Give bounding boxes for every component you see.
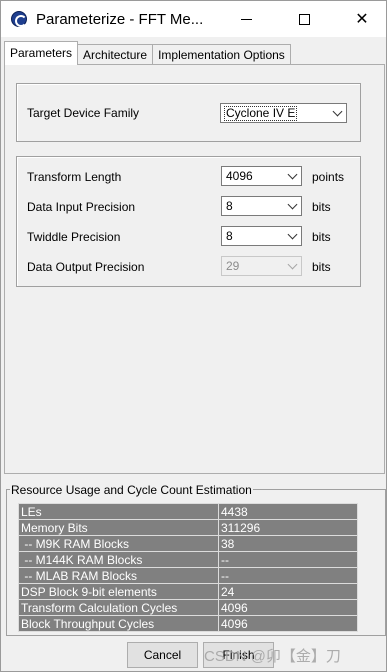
parameters-panel: Target Device Family Cyclone IV E Transf…: [4, 64, 385, 474]
data-input-precision-label: Data Input Precision: [27, 200, 136, 214]
table-row: -- M144K RAM Blocks --: [18, 551, 358, 568]
device-family-value: Cyclone IV E: [224, 106, 298, 121]
tab-parameters[interactable]: Parameters: [4, 41, 79, 65]
resource-usage-title: Resource Usage and Cycle Count Estimatio…: [10, 483, 253, 497]
resource-value: 4096: [218, 615, 358, 632]
table-row: LEs 4438: [18, 503, 358, 520]
close-button[interactable]: ✕: [339, 1, 385, 37]
resource-name: -- MLAB RAM Blocks: [18, 567, 219, 584]
resource-value: --: [218, 551, 358, 568]
resource-name: -- M144K RAM Blocks: [18, 551, 219, 568]
resource-value: 4096: [218, 599, 358, 616]
data-input-precision-value: 8: [226, 199, 233, 213]
twiddle-precision-label: Twiddle Precision: [27, 230, 121, 244]
tab-architecture[interactable]: Architecture: [77, 44, 154, 65]
data-output-precision-label: Data Output Precision: [27, 260, 145, 274]
app-icon: [11, 11, 27, 27]
transform-length-label: Transform Length: [27, 170, 122, 184]
twiddle-precision-unit: bits: [312, 230, 331, 244]
maximize-icon: [298, 13, 310, 25]
table-row: -- MLAB RAM Blocks --: [18, 567, 358, 584]
data-output-precision-unit: bits: [312, 260, 331, 274]
resource-name: LEs: [18, 503, 219, 520]
transform-length-select[interactable]: 4096: [221, 166, 302, 186]
table-row: Transform Calculation Cycles 4096: [18, 599, 358, 616]
title-bar[interactable]: Parameterize - FFT Me... ✕: [1, 1, 386, 37]
minimize-icon: [240, 18, 252, 20]
chevron-down-icon: [287, 229, 298, 240]
tab-bar: Parameters Architecture Implementation O…: [4, 41, 291, 65]
tab-implementation-options[interactable]: Implementation Options: [152, 44, 291, 65]
data-input-precision-select[interactable]: 8: [221, 196, 302, 216]
resource-name: DSP Block 9-bit elements: [18, 583, 219, 600]
chevron-down-icon: [287, 169, 298, 180]
data-input-precision-unit: bits: [312, 200, 331, 214]
resource-value: 24: [218, 583, 358, 600]
resource-name: Memory Bits: [18, 519, 219, 536]
chevron-down-icon: [332, 106, 343, 117]
dialog-window: Parameterize - FFT Me... ✕ Parameters Ar…: [0, 0, 387, 672]
data-output-precision-value: 29: [226, 259, 240, 273]
resource-name: Transform Calculation Cycles: [18, 599, 219, 616]
cancel-button[interactable]: Cancel: [127, 642, 198, 668]
resource-name: Block Throughput Cycles: [18, 615, 219, 632]
resource-name: -- M9K RAM Blocks: [18, 535, 219, 552]
resource-value: 311296: [218, 519, 358, 536]
transform-length-value: 4096: [226, 169, 253, 183]
table-row: DSP Block 9-bit elements 24: [18, 583, 358, 600]
table-row: Block Throughput Cycles 4096: [18, 615, 358, 632]
device-family-select[interactable]: Cyclone IV E: [220, 103, 347, 123]
table-row: -- M9K RAM Blocks 38: [18, 535, 358, 552]
watermark: CSDN @卯【金】刀: [204, 648, 341, 665]
data-output-precision-select: 29: [221, 256, 302, 276]
resource-value: 4438: [218, 503, 358, 520]
window-title: Parameterize - FFT Me...: [36, 11, 204, 28]
resource-usage-table: LEs 4438 Memory Bits 311296 -- M9K RAM Blo…: [18, 503, 358, 632]
close-icon: ✕: [355, 11, 369, 28]
twiddle-precision-select[interactable]: 8: [221, 226, 302, 246]
resource-value: --: [218, 567, 358, 584]
table-row: Memory Bits 311296: [18, 519, 358, 536]
minimize-button[interactable]: [223, 1, 269, 37]
transform-length-unit: points: [312, 170, 345, 184]
chevron-down-icon: [287, 259, 298, 270]
resource-value: 38: [218, 535, 358, 552]
device-family-label: Target Device Family: [27, 106, 140, 120]
maximize-button[interactable]: [281, 1, 327, 37]
twiddle-precision-value: 8: [226, 229, 233, 243]
chevron-down-icon: [287, 199, 298, 210]
